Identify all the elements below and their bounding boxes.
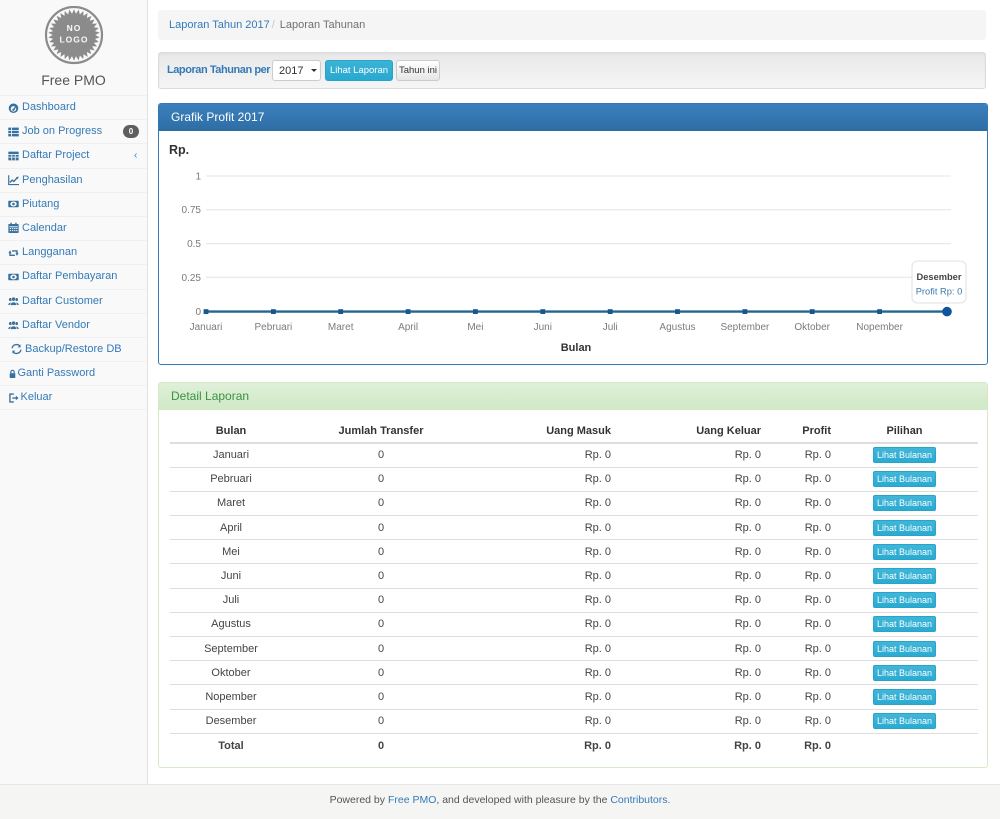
svg-text:LOGO: LOGO	[59, 35, 88, 45]
svg-text:Maret: Maret	[328, 322, 354, 333]
svg-text:Mei: Mei	[467, 322, 483, 333]
svg-text:0: 0	[195, 307, 201, 318]
svg-text:1: 1	[195, 172, 201, 183]
svg-text:Rp.: Rp.	[169, 143, 189, 157]
svg-text:Juni: Juni	[534, 322, 552, 333]
svg-text:Nopember: Nopember	[856, 322, 903, 333]
svg-text:NO: NO	[67, 23, 82, 33]
svg-text:0.75: 0.75	[182, 205, 202, 216]
svg-text:Profit Rp: 0: Profit Rp: 0	[916, 287, 963, 297]
svg-text:Juli: Juli	[603, 322, 618, 333]
svg-text:Pebruari: Pebruari	[254, 322, 292, 333]
svg-text:0.5: 0.5	[187, 239, 201, 250]
svg-text:Januari: Januari	[190, 322, 223, 333]
svg-text:Agustus: Agustus	[659, 322, 695, 333]
svg-text:0.25: 0.25	[182, 273, 202, 284]
svg-text:Oktober: Oktober	[794, 322, 830, 333]
svg-text:Bulan: Bulan	[561, 342, 592, 354]
svg-text:September: September	[720, 322, 770, 333]
svg-text:Desember: Desember	[917, 272, 962, 282]
svg-text:April: April	[398, 322, 418, 333]
